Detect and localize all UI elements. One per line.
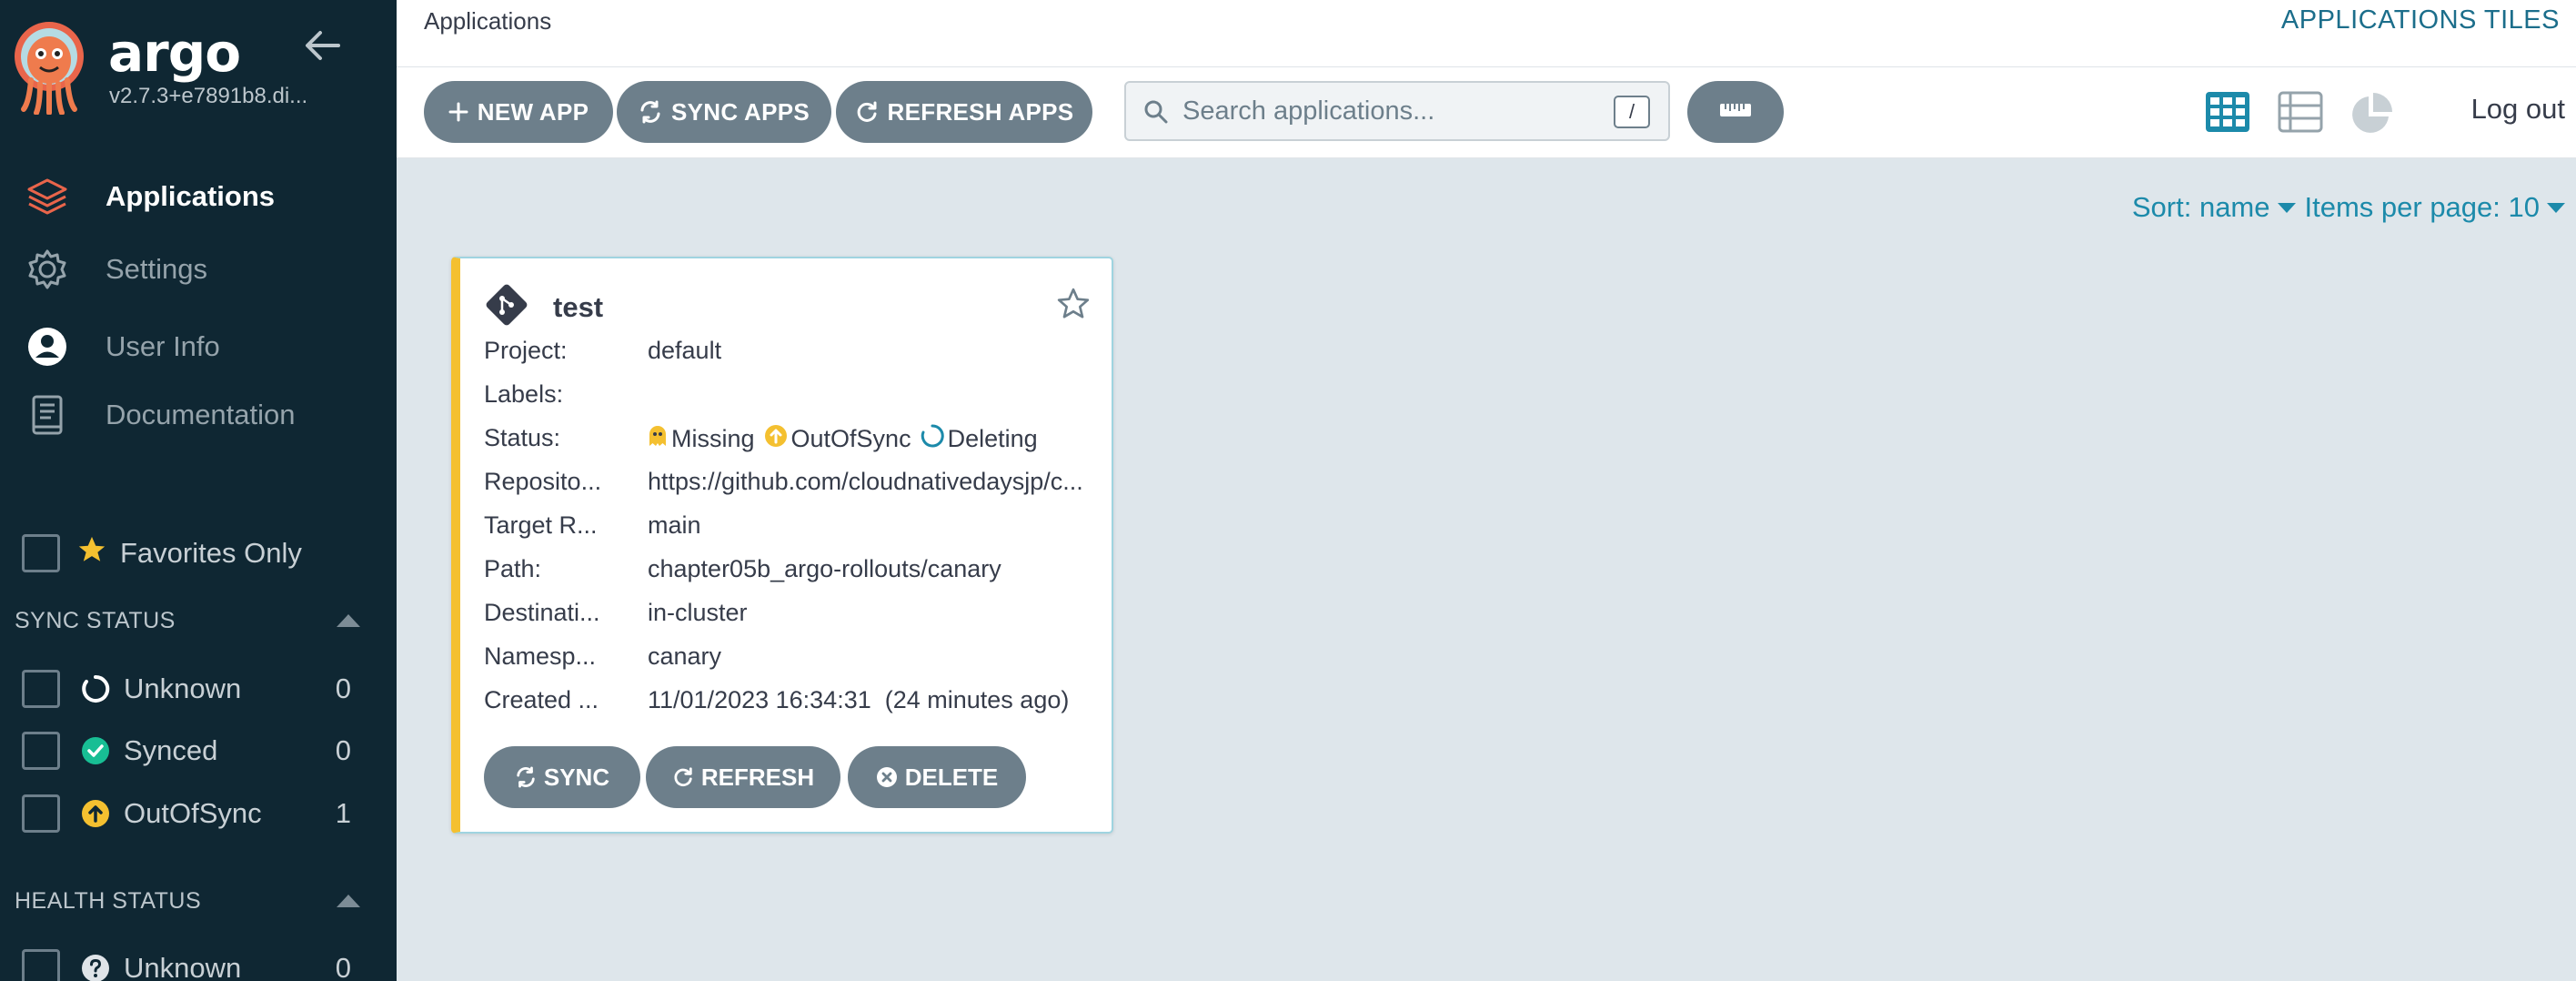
field-target-revision: Target R... main (484, 511, 701, 539)
sync-status-title: SYNC STATUS (15, 607, 176, 633)
sync-apps-button[interactable]: SYNC APPS (617, 81, 831, 143)
book-icon (25, 393, 69, 437)
delete-button[interactable]: DELETE (848, 746, 1026, 808)
nav-label: Documentation (106, 399, 296, 430)
spinner-icon (921, 424, 948, 454)
favorites-filter: Favorites Only (22, 533, 302, 573)
field-created-at: Created ... 11/01/2023 16:34:31 (24 minut… (484, 686, 1070, 713)
list-view-icon[interactable] (2278, 91, 2323, 133)
filter-sync-synced: Synced 0 (22, 729, 351, 773)
filter-health-unknown: Unknown 0 (22, 946, 351, 981)
gear-icon (25, 248, 69, 291)
tiles-view-icon[interactable] (2205, 91, 2250, 133)
caret-down-icon (2547, 202, 2565, 213)
sync-button[interactable]: SYNC (484, 746, 640, 808)
field-labels: Labels: (484, 380, 564, 408)
tile-header: test (484, 282, 603, 332)
filter-count: 0 (335, 952, 351, 981)
nav-label: Settings (106, 253, 208, 285)
collapse-caret-icon[interactable] (337, 614, 360, 627)
argo-logo (13, 20, 86, 116)
check-circle-icon (80, 735, 111, 766)
sync-icon (639, 100, 662, 124)
filter-label: Unknown (124, 952, 242, 981)
nav-settings[interactable]: Settings (0, 238, 397, 301)
brand-name: argo (108, 22, 241, 84)
refresh-icon (672, 766, 694, 788)
health-status-header: HEALTH STATUS (15, 883, 360, 919)
question-circle-icon (80, 953, 111, 981)
field-project: Project: default (484, 337, 722, 364)
app-name[interactable]: test (553, 291, 603, 324)
refresh-icon (855, 100, 879, 124)
favorites-label: Favorites Only (76, 534, 302, 572)
nav-user-info[interactable]: User Info (0, 315, 397, 379)
sort-controls: Sort: name Items per page: 10 (2132, 191, 2565, 224)
filter-sync-outofsync: OutOfSync 1 (22, 792, 351, 835)
star-icon (76, 534, 107, 572)
filter-checkbox[interactable] (22, 732, 60, 770)
field-namespace: Namesp... canary (484, 642, 722, 670)
summary-pie-icon[interactable] (2349, 91, 2394, 133)
sidebar: argo v2.7.3+e7891b8.di... Applications S… (0, 0, 397, 981)
filter-label: Synced (124, 734, 218, 766)
user-icon (25, 325, 69, 369)
layers-icon (25, 175, 69, 218)
refresh-apps-button[interactable]: REFRESH APPS (836, 81, 1092, 143)
filter-checkbox[interactable] (22, 794, 60, 833)
favorites-checkbox[interactable] (22, 534, 60, 572)
filter-count: 0 (335, 673, 351, 704)
caret-down-icon (2277, 202, 2296, 213)
page-title: APPLICATIONS TILES (2280, 5, 2560, 35)
filter-count: 0 (335, 734, 351, 766)
logout-link[interactable]: Log out (2471, 93, 2565, 126)
search-box: / (1124, 81, 1670, 141)
search-icon (1142, 98, 1170, 126)
sync-status-header: SYNC STATUS (15, 602, 360, 639)
toolbar: NEW APP SYNC APPS REFRESH APPS / Log out (397, 67, 2576, 158)
filter-sync-unknown: Unknown 0 (22, 667, 351, 711)
filter-label: OutOfSync (124, 797, 262, 829)
search-input[interactable] (1182, 83, 1583, 139)
ruler-button[interactable] (1687, 81, 1784, 143)
sync-icon (515, 766, 537, 788)
plus-icon (448, 102, 468, 122)
sort-dropdown[interactable]: Sort: name (2132, 191, 2296, 224)
items-per-page-dropdown[interactable]: Items per page: 10 (2305, 191, 2565, 224)
health-status-badge: Missing (648, 424, 755, 454)
filter-label: Unknown (124, 673, 242, 704)
close-circle-icon (876, 766, 898, 788)
new-app-button[interactable]: NEW APP (424, 81, 613, 143)
arrow-circle-up-icon (80, 798, 111, 829)
operation-status-badge: Deleting (921, 424, 1038, 454)
application-tile[interactable]: test Project: default Labels: Status: Mis… (451, 257, 1113, 834)
nav-documentation[interactable]: Documentation (0, 383, 397, 447)
refresh-button[interactable]: REFRESH (646, 746, 840, 808)
app-version: v2.7.3+e7891b8.di... (109, 84, 308, 108)
favorite-star-icon[interactable] (1055, 286, 1092, 322)
filter-count: 1 (335, 797, 351, 829)
git-icon (484, 282, 529, 332)
collapse-sidebar-arrow-icon[interactable] (302, 27, 346, 64)
ghost-icon (648, 424, 671, 454)
field-path: Path: chapter05b_argo-rollouts/canary (484, 555, 1001, 582)
filter-checkbox[interactable] (22, 670, 60, 708)
field-destination: Destinati... in-cluster (484, 599, 748, 626)
breadcrumb[interactable]: Applications (424, 7, 551, 35)
field-status: Status: Missing OutOfSync Deleting (484, 424, 1038, 454)
top-bar: Applications APPLICATIONS TILES (397, 0, 2576, 67)
nav-label: User Info (106, 330, 220, 362)
collapse-caret-icon[interactable] (337, 895, 360, 907)
circle-notch-icon (80, 673, 111, 704)
arrow-circle-up-icon (764, 424, 791, 454)
filter-checkbox[interactable] (22, 949, 60, 981)
ruler-icon (1719, 101, 1752, 124)
nav-label: Applications (106, 180, 276, 212)
field-repository: Reposito... https://github.com/cloudnativ… (484, 468, 1083, 495)
nav-applications[interactable]: Applications (0, 165, 397, 228)
sync-status-badge: OutOfSync (764, 424, 911, 454)
health-status-title: HEALTH STATUS (15, 887, 202, 914)
search-shortcut-key: / (1614, 96, 1650, 128)
